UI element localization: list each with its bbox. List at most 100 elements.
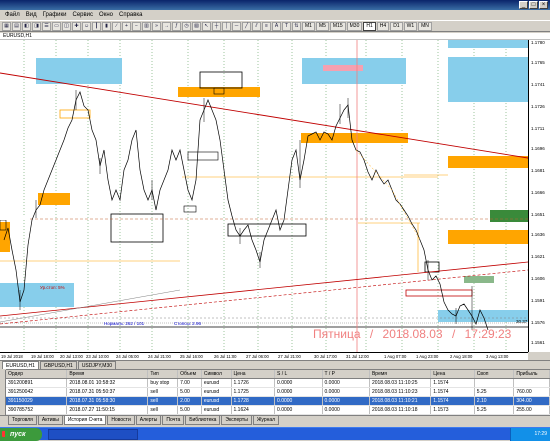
timeframe-m15[interactable]: M15	[329, 21, 346, 31]
channel-icon[interactable]: ⫽	[252, 21, 261, 31]
tab-journal[interactable]: Журнал	[252, 416, 280, 425]
table-row[interactable]: 390785752 2018.07.27 11:50:15 sell 5.00 …	[6, 406, 550, 415]
timeframe-m5[interactable]: M5	[315, 21, 329, 31]
menu-view[interactable]: Вид	[23, 10, 40, 20]
column-header[interactable]: Время	[370, 370, 432, 378]
start-button[interactable]: пуск	[0, 428, 42, 441]
zone-orange-top[interactable]	[178, 87, 260, 97]
navigator-icon[interactable]: ☰	[42, 21, 51, 31]
terminal-icon[interactable]: ▭	[52, 21, 61, 31]
zone-orange-right-low[interactable]	[448, 230, 528, 244]
periods-icon[interactable]: ◷	[182, 21, 191, 31]
tab-exposure[interactable]: Активы	[37, 416, 63, 425]
zone-orange-right[interactable]	[448, 156, 528, 168]
chart-tab-gbpusd[interactable]: GBPUSD,H1	[39, 361, 77, 369]
horizontal-line-icon[interactable]: ─	[232, 21, 241, 31]
table-row[interactable]: 391200891 2018.08.01 10:58:32 buy stop 7…	[6, 379, 550, 388]
close-button[interactable]: ×	[539, 1, 548, 9]
templates-icon[interactable]: ▧	[192, 21, 201, 31]
fibonacci-icon[interactable]: ≡	[262, 21, 271, 31]
taskbar-app-button[interactable]	[48, 429, 138, 440]
menu-file[interactable]: Файл	[2, 10, 23, 20]
start-label: пуск	[10, 431, 26, 438]
timeframe-w1[interactable]: W1	[403, 21, 418, 31]
column-header[interactable]: Цена	[232, 370, 276, 378]
menu-window[interactable]: Окно	[96, 10, 116, 20]
text-tool-icon[interactable]: A	[272, 21, 281, 31]
column-header[interactable]: Объем	[178, 370, 202, 378]
menu-tools[interactable]: Сервис	[69, 10, 96, 20]
timeframe-mn[interactable]: MN	[418, 21, 432, 31]
tab-trade[interactable]: Торговля	[8, 416, 37, 425]
column-header[interactable]: Время	[67, 370, 149, 378]
chart-shift-icon[interactable]: →	[162, 21, 171, 31]
menu-charts[interactable]: Графики	[40, 10, 70, 20]
profiles-icon[interactable]: ▤	[12, 21, 21, 31]
box-red-outline[interactable]	[405, 289, 473, 297]
table-row-selected[interactable]: 391150029 2018.07.31 05:58:30 sell 2.00 …	[6, 397, 550, 406]
time-label: 2 Aug 18:00	[450, 354, 473, 359]
price-chart[interactable]: Нормаль: 262 / 101 Стопсы: 2.96 Ур.стоп:…	[0, 40, 550, 352]
box-consolidation-1[interactable]	[110, 213, 164, 243]
box-tiny[interactable]	[183, 205, 197, 213]
zone-green-right[interactable]	[490, 210, 528, 222]
chart-tab-usdjpy[interactable]: USDJPY,M30	[77, 361, 117, 369]
autoscroll-icon[interactable]: »	[152, 21, 161, 31]
timeframe-h1[interactable]: H1	[363, 21, 376, 31]
label-tool-icon[interactable]: T	[282, 21, 291, 31]
tile-windows-icon[interactable]: ▥	[142, 21, 151, 31]
new-order-icon[interactable]: ✚	[72, 21, 81, 31]
experts-icon[interactable]: ☺	[82, 21, 91, 31]
line-chart-icon[interactable]: ∕	[112, 21, 121, 31]
chart-tab-eurusd[interactable]: EURUSD,H1	[2, 361, 39, 369]
box-orange-outline[interactable]	[59, 109, 91, 119]
timeframe-h4[interactable]: H4	[376, 21, 390, 31]
tab-news[interactable]: Новости	[107, 416, 135, 425]
column-header[interactable]: T / P	[323, 370, 370, 378]
vertical-line-icon[interactable]: │	[222, 21, 231, 31]
column-header[interactable]: S / L	[275, 370, 323, 378]
column-header[interactable]: Символ	[202, 370, 232, 378]
timeframe-m1[interactable]: M1	[302, 21, 315, 31]
table-row[interactable]: 391250042 2018.07.31 05:50:37 sell 5.00 …	[6, 388, 550, 397]
arrows-icon[interactable]: ⇅	[292, 21, 301, 31]
time-axis[interactable]: 19 Jul 2018 19 Jul 18:00 20 Jul 13:00 23…	[0, 352, 528, 360]
time-label: 24 Jul 05:00	[116, 354, 139, 359]
zoom-out-icon[interactable]: −	[132, 21, 141, 31]
tray-clock[interactable]: 17:29	[534, 431, 547, 437]
menu-help[interactable]: Справка	[116, 10, 146, 20]
zone-cyan-top-left[interactable]	[36, 58, 122, 84]
box-consolidation-2[interactable]	[227, 223, 307, 237]
data-window-icon[interactable]: ◨	[32, 21, 41, 31]
crosshair-icon[interactable]: ┼	[212, 21, 221, 31]
timeframe-m30[interactable]: M30	[346, 21, 363, 31]
candle-chart-icon[interactable]: ▮	[102, 21, 111, 31]
column-header[interactable]: Тип	[148, 370, 179, 378]
zone-green-small[interactable]	[464, 276, 494, 283]
price-axis[interactable]: 1.1780 1.1765 1.1741 1.1726 1.1711 1.169…	[528, 40, 550, 352]
tab-experts[interactable]: Эксперты	[221, 416, 252, 425]
tab-account-history[interactable]: История Счета	[63, 416, 107, 425]
zone-cyan-right[interactable]	[448, 57, 528, 102]
tab-alerts[interactable]: Алерты	[135, 416, 162, 425]
column-header[interactable]: Цена	[431, 370, 475, 378]
zone-cyan-top-right[interactable]	[448, 40, 528, 48]
column-header[interactable]: Прибыль	[514, 370, 550, 378]
new-chart-icon[interactable]: ▦	[2, 21, 11, 31]
market-watch-icon[interactable]: ◧	[22, 21, 31, 31]
cursor-icon[interactable]: ↖	[202, 21, 211, 31]
trendline-icon[interactable]: ╱	[242, 21, 251, 31]
maximize-button[interactable]: □	[529, 1, 538, 9]
box-mid-small[interactable]	[187, 151, 219, 161]
minimize-button[interactable]: _	[519, 1, 528, 9]
tab-mailbox[interactable]: Почта	[162, 416, 185, 425]
tab-library[interactable]: Библиотека	[185, 416, 221, 425]
bar-chart-icon[interactable]: ┃	[92, 21, 101, 31]
indicators-icon[interactable]: ƒ	[172, 21, 181, 31]
box-high[interactable]	[199, 71, 243, 89]
zoom-in-icon[interactable]: +	[122, 21, 131, 31]
column-header[interactable]: Своп	[475, 370, 515, 378]
tester-icon[interactable]: ◫	[62, 21, 71, 31]
timeframe-d1[interactable]: D1	[390, 21, 403, 31]
column-header[interactable]: Ордер	[6, 370, 68, 378]
